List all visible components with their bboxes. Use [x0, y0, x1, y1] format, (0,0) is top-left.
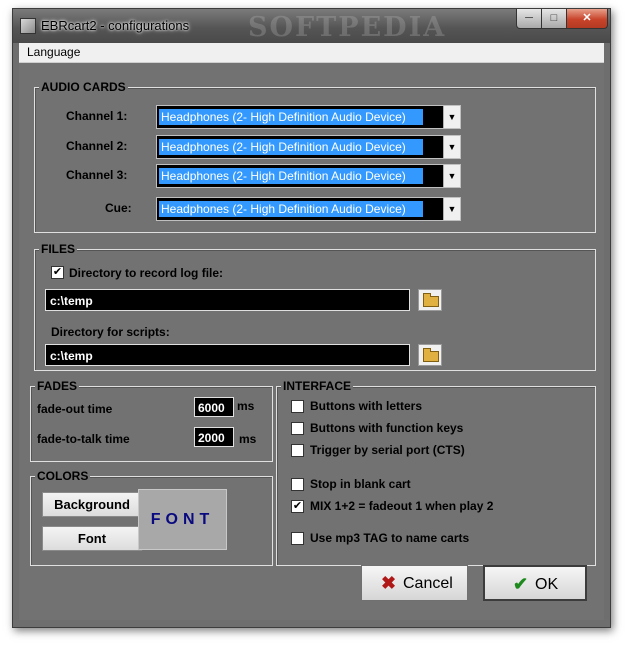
close-button[interactable]: ✕ [566, 9, 608, 29]
menu-language[interactable]: Language [27, 45, 80, 59]
client-area: Language AUDIO CARDS Channel 1: Headphon… [19, 43, 604, 620]
channel-1-label: Channel 1: [66, 109, 128, 123]
maximize-icon: □ [550, 12, 558, 24]
fade-out-label: fade-out time [37, 402, 113, 416]
colors-group: COLORS Background Font FONT [30, 469, 273, 566]
fade-talk-input[interactable]: 2000 [194, 427, 234, 447]
cross-icon: ✖ [381, 573, 397, 593]
scripts-dir-input[interactable]: c:\temp [45, 344, 410, 366]
scripts-dir-label: Directory for scripts: [51, 325, 170, 339]
option-label[interactable]: Stop in blank cart [310, 477, 411, 491]
ok-label: OK [535, 576, 559, 593]
folder-icon [423, 293, 439, 307]
ok-button[interactable]: ✔ OK [483, 565, 587, 601]
cancel-label: Cancel [403, 575, 453, 592]
log-dir-browse-button[interactable] [418, 289, 442, 311]
log-dir-input[interactable]: c:\temp [45, 289, 410, 311]
option-label[interactable]: Buttons with letters [310, 399, 422, 413]
interface-group: INTERFACE Buttons with letters Buttons w… [276, 379, 596, 566]
option-label[interactable]: Trigger by serial port (CTS) [310, 443, 465, 457]
channel-3-select[interactable]: Headphones (2- High Definition Audio Dev… [156, 164, 461, 188]
channel-3-value: Headphones (2- High Definition Audio Dev… [159, 168, 423, 184]
watermark: SOFTPEDIA [248, 12, 447, 43]
channel-2-value: Headphones (2- High Definition Audio Dev… [159, 139, 423, 155]
maximize-button[interactable]: □ [541, 9, 567, 29]
chevron-down-icon[interactable]: ▼ [443, 198, 460, 220]
audio-cards-group: AUDIO CARDS Channel 1: Headphones (2- Hi… [34, 80, 596, 233]
option-checkbox[interactable] [291, 478, 304, 491]
window-title: EBRcart2 - configurations [41, 18, 190, 33]
cue-value: Headphones (2- High Definition Audio Dev… [159, 201, 423, 217]
folder-icon [423, 348, 439, 362]
background-color-button[interactable]: Background [42, 492, 142, 517]
title-bar[interactable]: EBRcart2 - configurations SOFTPEDIA ─ □ … [13, 9, 610, 43]
option-label[interactable]: MIX 1+2 = fadeout 1 when play 2 [310, 499, 493, 513]
files-title: FILES [39, 242, 78, 256]
menu-bar: Language [19, 43, 604, 63]
chevron-down-icon[interactable]: ▼ [443, 165, 460, 187]
cancel-button[interactable]: ✖ Cancel [361, 565, 468, 601]
checkmark-icon: ✔ [513, 574, 529, 594]
option-checkbox[interactable] [291, 444, 304, 457]
channel-2-label: Channel 2: [66, 139, 128, 153]
interface-title: INTERFACE [281, 379, 354, 393]
fade-talk-label: fade-to-talk time [37, 432, 130, 446]
option-checkbox[interactable] [291, 532, 304, 545]
log-dir-label[interactable]: Directory to record log file: [69, 266, 223, 280]
option-checkbox[interactable] [291, 400, 304, 413]
minimize-icon: ─ [525, 12, 533, 24]
audio-cards-title: AUDIO CARDS [39, 80, 128, 94]
cue-select[interactable]: Headphones (2- High Definition Audio Dev… [156, 197, 461, 221]
option-label[interactable]: Use mp3 TAG to name carts [310, 531, 469, 545]
fades-title: FADES [35, 379, 80, 393]
colors-title: COLORS [35, 469, 91, 483]
channel-1-select[interactable]: Headphones (2- High Definition Audio Dev… [156, 105, 461, 129]
minimize-button[interactable]: ─ [516, 9, 542, 29]
configurations-window: EBRcart2 - configurations SOFTPEDIA ─ □ … [12, 8, 611, 628]
fade-talk-unit: ms [239, 432, 257, 446]
option-label[interactable]: Buttons with function keys [310, 421, 463, 435]
channel-1-value: Headphones (2- High Definition Audio Dev… [159, 109, 423, 125]
files-group: FILES ✔ Directory to record log file: c:… [34, 242, 596, 371]
close-icon: ✕ [582, 12, 592, 24]
fades-group: FADES fade-out time 6000 ms fade-to-talk… [30, 379, 273, 462]
fade-out-input[interactable]: 6000 [194, 397, 234, 417]
log-checkbox[interactable]: ✔ [51, 266, 64, 279]
font-preview: FONT [138, 489, 227, 550]
app-icon [20, 18, 36, 34]
channel-2-select[interactable]: Headphones (2- High Definition Audio Dev… [156, 135, 461, 159]
fade-out-unit: ms [237, 399, 255, 413]
scripts-dir-browse-button[interactable] [418, 344, 442, 366]
chevron-down-icon[interactable]: ▼ [443, 106, 460, 128]
option-checkbox[interactable] [291, 422, 304, 435]
font-color-button[interactable]: Font [42, 526, 142, 551]
chevron-down-icon[interactable]: ▼ [443, 136, 460, 158]
channel-3-label: Channel 3: [66, 168, 128, 182]
cue-label: Cue: [105, 201, 132, 215]
option-checkbox[interactable]: ✔ [291, 500, 304, 513]
